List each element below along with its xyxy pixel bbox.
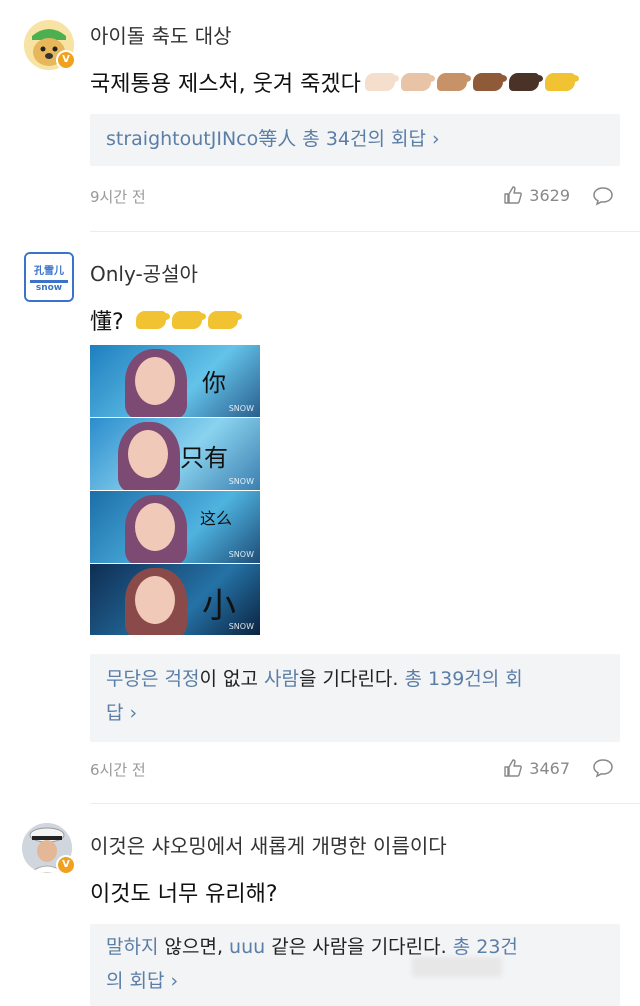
comment-text: 이것도 너무 유리해?: [90, 882, 278, 907]
reply-snippet[interactable]: uuu: [229, 936, 265, 958]
reply-count[interactable]: 의 회답: [106, 970, 164, 992]
comment-username[interactable]: 이것은 샤오밍에서 새롭게 개명한 이름이다: [90, 830, 447, 859]
reply-summary-box[interactable]: 말하지 않으면, uuu 같은 사람을 기다린다. 총 23건 의 회답 ›: [90, 924, 620, 1006]
chevron-right-icon: ›: [170, 970, 179, 992]
reply-snippet: 않으면,: [164, 936, 223, 958]
reply-line-1: 말하지 않으면, uuu 같은 사람을 기다린다. 총 23건: [106, 930, 604, 964]
watermark-blur: [412, 957, 502, 977]
reply-snippet: 같은 사람을 기다린다.: [271, 936, 447, 958]
reply-snippet[interactable]: 말하지: [106, 936, 158, 958]
reply-line-2: 의 회답 ›: [106, 964, 604, 998]
verified-badge: V: [56, 855, 76, 875]
comment-3: V 이것은 샤오밍에서 새롭게 개명한 이름이다 이것도 너무 유리해? 말하지…: [0, 0, 640, 1006]
reply-count[interactable]: 총 23건: [453, 936, 518, 958]
